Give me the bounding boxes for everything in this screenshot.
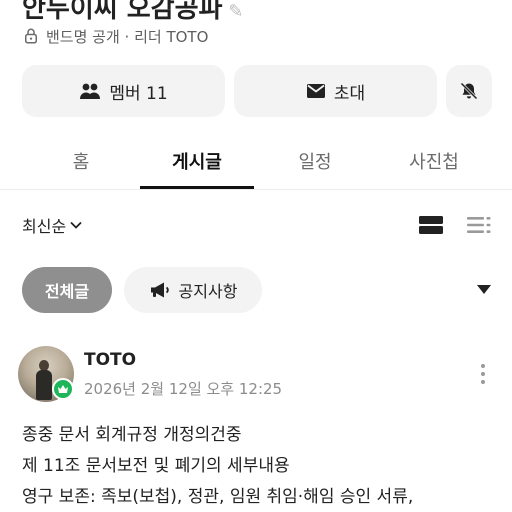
active-tab-indicator (140, 186, 254, 189)
tab-schedule[interactable]: 일정 (254, 134, 376, 188)
post-body-line: 영구 보존: 족보(보첩), 정관, 임원 취임·해임 승인 서류, (22, 487, 414, 507)
sort-dropdown[interactable]: 최신순 (22, 208, 82, 242)
invite-label: 초대 (333, 83, 366, 104)
invite-button[interactable]: 초대 (234, 65, 437, 117)
post-date: 2026년 2월 12일 오후 12:25 (84, 380, 283, 398)
band-name: 안두이씨 오감공파 (22, 0, 223, 24)
band-title: 안두이씨 오감공파 ✎ (22, 0, 244, 25)
filter-notice-chip[interactable]: 공지사항 (124, 267, 262, 313)
post-item: TOTO 2026년 2월 12일 오후 12:25 종중 문서 회계규정 개정… (0, 340, 512, 512)
tab-posts[interactable]: 게시글 (140, 134, 254, 188)
bell-off-icon (460, 82, 478, 100)
action-buttons: 멤버 11 초대 (22, 65, 492, 117)
members-label: 멤버 11 (109, 83, 168, 104)
members-button[interactable]: 멤버 11 (22, 65, 225, 117)
card-view-icon[interactable] (418, 213, 444, 237)
post-body-line: 종중 문서 회계규정 개정의건중 (22, 425, 242, 445)
filter-all-label: 전체글 (44, 282, 90, 301)
filter-row: 전체글 공지사항 (0, 267, 512, 313)
megaphone-icon (150, 282, 169, 298)
post-body[interactable]: 종중 문서 회계규정 개정의건중 제 11조 문서보전 및 폐기의 세부내용 영… (22, 420, 492, 512)
notification-toggle-button[interactable] (446, 65, 492, 117)
list-view-icon[interactable] (466, 213, 492, 237)
filter-notice-label: 공지사항 (178, 282, 238, 301)
tab-photos[interactable]: 사진첩 (376, 134, 492, 188)
band-meta-text: 밴드명 공개 · 리더 TOTO (46, 27, 209, 46)
caret-down-icon[interactable] (476, 283, 492, 295)
chevron-down-icon (70, 221, 82, 229)
sort-label: 최신순 (22, 217, 67, 236)
tab-home[interactable]: 홈 (22, 134, 140, 188)
sort-row: 최신순 (0, 208, 512, 242)
band-meta: 밴드명 공개 · 리더 TOTO (22, 26, 208, 46)
leader-crown-icon (52, 378, 74, 400)
post-body-line: 제 11조 문서보전 및 폐기의 세부내용 (22, 456, 290, 476)
post-author[interactable]: TOTO (84, 350, 136, 370)
envelope-icon (306, 84, 325, 98)
band-board-screen: 안두이씨 오감공파 ✎ 밴드명 공개 · 리더 TOTO 멤버 11 초대 홈 … (0, 0, 512, 512)
avatar-photo-body (36, 370, 52, 400)
edit-pencil-icon[interactable]: ✎ (228, 1, 243, 22)
more-options-icon[interactable] (478, 362, 488, 386)
tab-divider (0, 189, 512, 190)
tab-bar: 홈 게시글 일정 사진첩 (0, 134, 512, 190)
members-icon (80, 83, 101, 99)
filter-all-chip[interactable]: 전체글 (22, 267, 112, 313)
lock-icon (25, 28, 37, 44)
